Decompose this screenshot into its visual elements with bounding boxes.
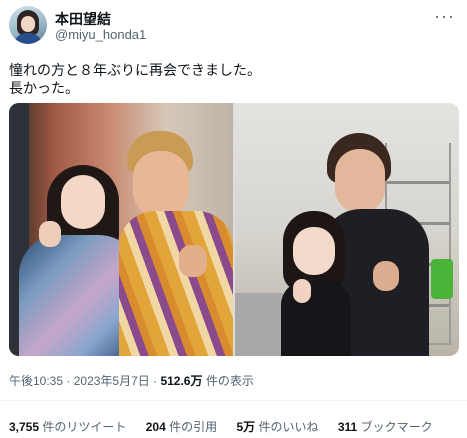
tweet-media[interactable] xyxy=(9,103,459,356)
like-stat[interactable]: 5万 件のいいね xyxy=(236,420,318,434)
tweet: 本田望結 @miyu_honda1 ··· 憧れの方と８年ぶりに再会できました。… xyxy=(0,0,467,438)
man-hand xyxy=(373,261,399,291)
retweet-count: 3,755 xyxy=(9,420,40,434)
quote-stat[interactable]: 204 件の引用 xyxy=(146,420,217,434)
avatar[interactable] xyxy=(9,6,47,44)
green-bottle xyxy=(431,259,453,299)
table xyxy=(235,293,283,356)
quote-label: 件の引用 xyxy=(169,420,218,434)
tweet-text: 憧れの方と８年ぶりに再会できました。 長かった。 xyxy=(9,62,261,96)
man-shirt xyxy=(119,211,233,356)
view-count: 512.6万 xyxy=(160,374,203,388)
man-face xyxy=(133,151,189,217)
bookmark-stat[interactable]: 311 ブックマーク xyxy=(338,420,433,434)
girl-hand xyxy=(39,221,61,247)
tweet-time[interactable]: 午後10:35 xyxy=(9,374,63,388)
man-hand xyxy=(179,245,207,277)
user-handle[interactable]: @miyu_honda1 xyxy=(55,27,146,42)
tweet-date[interactable]: 2023年5月7日 xyxy=(74,374,150,388)
tweet-meta: 午後10:35 · 2023年5月7日 · 512.6万 件の表示 xyxy=(9,372,254,389)
display-name[interactable]: 本田望結 xyxy=(55,9,111,29)
bookmark-label: ブックマーク xyxy=(360,420,433,434)
man-face xyxy=(335,149,385,213)
more-icon[interactable]: ··· xyxy=(434,6,455,27)
girl-hand xyxy=(293,279,311,303)
avatar-face xyxy=(21,16,35,32)
girl-dress xyxy=(281,281,351,356)
girl-face xyxy=(61,175,105,229)
avatar-body xyxy=(13,33,43,44)
bookmark-count: 311 xyxy=(337,420,358,434)
like-label: 件のいいね xyxy=(258,420,319,434)
view-label: 件の表示 xyxy=(205,374,254,388)
quote-count: 204 xyxy=(145,420,166,434)
girl-face xyxy=(293,227,335,275)
divider xyxy=(0,400,467,401)
photo-left[interactable] xyxy=(9,103,233,356)
photo-right[interactable] xyxy=(235,103,459,356)
retweet-stat[interactable]: 3,755 件のリツイート xyxy=(9,420,126,434)
meta-dot: · xyxy=(153,374,158,388)
like-count: 5万 xyxy=(236,420,256,434)
retweet-label: 件のリツイート xyxy=(42,420,127,434)
tweet-stats: 3,755 件のリツイート 204 件の引用 5万 件のいいね 311 ブックマ… xyxy=(9,418,449,435)
meta-dot: · xyxy=(66,374,71,388)
tweet-header: 本田望結 @miyu_honda1 ··· xyxy=(9,6,457,46)
